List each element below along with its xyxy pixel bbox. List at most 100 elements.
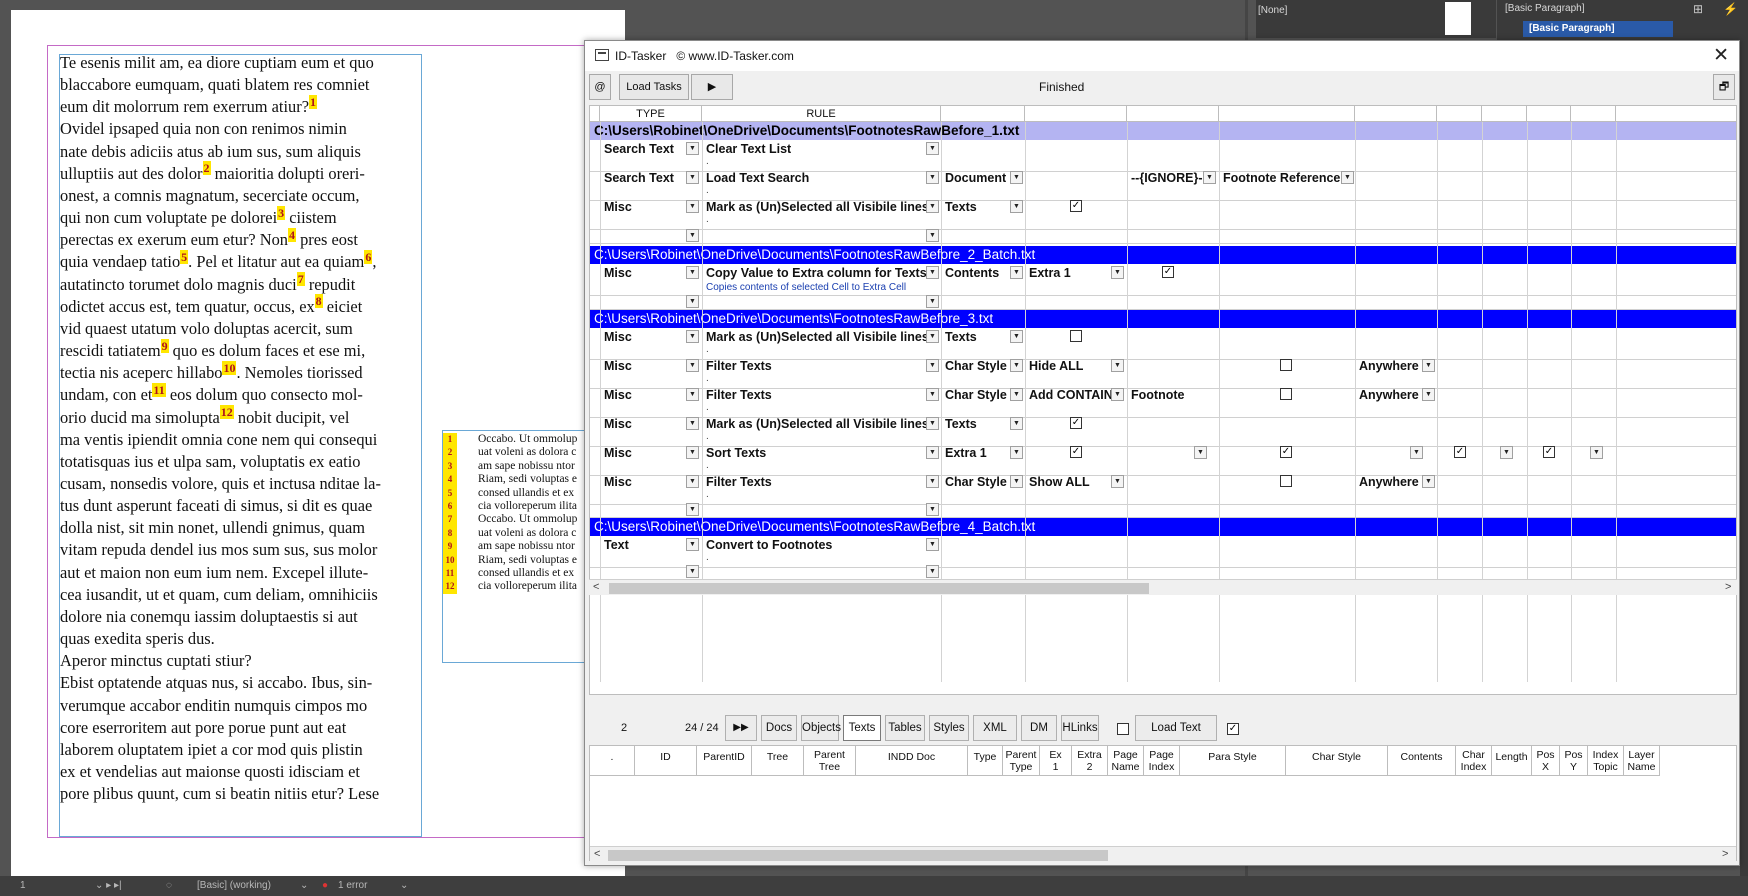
grid-horizontal-scrollbar[interactable]: < > xyxy=(589,579,1737,595)
task-row[interactable]: Search Text ▼ Load Text Search ▼ Document ▼ --… xyxy=(590,169,1736,201)
empty-task-row[interactable]: ▼ ▼ xyxy=(590,564,1736,580)
footnote-reference[interactable]: 1 xyxy=(308,94,317,109)
task-checkbox[interactable]: ✓ xyxy=(1280,446,1292,458)
task-checkbox[interactable]: ✓ xyxy=(1543,446,1555,458)
type-dropdown-icon[interactable]: ▼ xyxy=(686,266,699,279)
type-dropdown-icon[interactable]: ▼ xyxy=(686,295,699,308)
col-3-header[interactable] xyxy=(941,106,1025,122)
file-header-row[interactable]: C:\Users\Robinet\OneDrive\Documents\Foot… xyxy=(590,310,1736,328)
table-column-header[interactable]: Extra 2 xyxy=(1072,746,1108,776)
param-1-dropdown-icon[interactable]: ▼ xyxy=(1010,200,1023,213)
tab-docs[interactable]: Docs xyxy=(761,715,797,741)
tab-texts[interactable]: Texts xyxy=(843,715,881,741)
load-text-left-checkbox[interactable] xyxy=(1117,723,1129,735)
rule-dropdown-icon[interactable]: ▼ xyxy=(926,417,939,430)
param-1-dropdown-icon[interactable]: ▼ xyxy=(1010,359,1023,372)
load-text-right-checkbox[interactable]: ✓ xyxy=(1227,723,1239,735)
rule-dropdown-icon[interactable]: ▼ xyxy=(926,503,939,516)
type-dropdown-icon[interactable]: ▼ xyxy=(686,330,699,343)
param-dropdown-icon[interactable]: ▼ xyxy=(1500,446,1513,459)
param-1-dropdown-icon[interactable]: ▼ xyxy=(1010,417,1023,430)
type-dropdown-icon[interactable]: ▼ xyxy=(686,359,699,372)
restore-icon[interactable]: 🗗 xyxy=(1713,74,1735,100)
lightning-icon[interactable]: ⚡ xyxy=(1723,2,1738,16)
table-horizontal-scrollbar[interactable]: < > xyxy=(590,846,1736,862)
rule-dropdown-icon[interactable]: ▼ xyxy=(926,475,939,488)
col-11-header[interactable] xyxy=(1571,106,1616,122)
col-10-header[interactable] xyxy=(1527,106,1571,122)
swatch-none-label[interactable]: [None] xyxy=(1258,5,1287,16)
file-header-row[interactable]: C:\Users\Robinet\OneDrive\Documents\Foot… xyxy=(590,246,1736,264)
param-dropdown-icon[interactable]: ▼ xyxy=(1410,446,1423,459)
table-column-header[interactable]: Tree xyxy=(752,746,804,776)
param-dropdown-icon[interactable]: ▼ xyxy=(1194,446,1207,459)
table-column-header[interactable]: Para Style xyxy=(1180,746,1286,776)
footnote-reference[interactable]: 5 xyxy=(180,249,189,264)
param-1-dropdown-icon[interactable]: ▼ xyxy=(1010,266,1023,279)
run-icon[interactable]: ▶ xyxy=(691,74,733,100)
task-checkbox[interactable] xyxy=(1280,359,1292,371)
type-dropdown-icon[interactable]: ▼ xyxy=(686,446,699,459)
tab-styles[interactable]: Styles xyxy=(929,715,969,741)
footnote-reference[interactable]: 10 xyxy=(222,360,237,375)
col-rule-header[interactable]: RULE xyxy=(702,106,941,122)
param-2-dropdown-icon[interactable]: ▼ xyxy=(1111,266,1124,279)
type-dropdown-icon[interactable]: ▼ xyxy=(686,475,699,488)
rule-dropdown-icon[interactable]: ▼ xyxy=(926,142,939,155)
table-column-header[interactable]: Layer Name xyxy=(1624,746,1660,776)
task-row[interactable]: Misc ▼ Mark as (Un)Selected all Visibile l… xyxy=(590,198,1736,230)
table-column-header[interactable]: Index Topic xyxy=(1588,746,1624,776)
tab-hlinks[interactable]: HLinks xyxy=(1061,715,1099,741)
param-1-dropdown-icon[interactable]: ▼ xyxy=(1010,388,1023,401)
table-column-header[interactable]: Type xyxy=(968,746,1003,776)
type-dropdown-icon[interactable]: ▼ xyxy=(686,171,699,184)
load-tasks-button[interactable]: Load Tasks xyxy=(619,74,689,100)
task-row[interactable]: Misc ▼ Filter Texts ▼ Char Style ▼ Add CONTAIN… xyxy=(590,386,1736,418)
col-8-header[interactable] xyxy=(1437,106,1482,122)
task-row[interactable]: Misc ▼ Mark as (Un)Selected all Visibile l… xyxy=(590,328,1736,360)
table-column-header[interactable]: Char Index xyxy=(1456,746,1492,776)
rule-dropdown-icon[interactable]: ▼ xyxy=(926,330,939,343)
footnote-reference[interactable]: 11 xyxy=(152,382,166,397)
param-3-dropdown-icon[interactable]: ▼ xyxy=(1203,171,1216,184)
empty-task-row[interactable]: ▼ ▼ xyxy=(590,294,1736,310)
footnote-reference[interactable]: 12 xyxy=(219,405,234,420)
new-style-icon[interactable]: ⊞ xyxy=(1693,2,1703,16)
empty-task-row[interactable]: ▼ ▼ xyxy=(590,502,1736,518)
type-dropdown-icon[interactable]: ▼ xyxy=(686,538,699,551)
rule-dropdown-icon[interactable]: ▼ xyxy=(926,446,939,459)
task-checkbox[interactable] xyxy=(1070,330,1082,342)
table-scroll-thumb[interactable] xyxy=(608,850,1108,861)
scroll-right-icon[interactable]: > xyxy=(1725,581,1731,593)
param-dropdown-icon[interactable]: ▼ xyxy=(1590,446,1603,459)
table-column-header[interactable]: . xyxy=(590,746,635,776)
table-column-header[interactable]: Parent Tree xyxy=(804,746,856,776)
col-4-header[interactable] xyxy=(1025,106,1127,122)
task-checkbox[interactable] xyxy=(1280,388,1292,400)
footnote-reference[interactable]: 8 xyxy=(314,294,323,309)
type-dropdown-icon[interactable]: ▼ xyxy=(686,200,699,213)
error-chevron-icon[interactable]: ⌄ xyxy=(400,880,408,891)
error-count[interactable]: 1 error xyxy=(338,880,367,891)
table-column-header[interactable]: Length xyxy=(1492,746,1532,776)
table-column-header[interactable]: Pos X xyxy=(1532,746,1560,776)
col-type-header[interactable]: TYPE xyxy=(600,106,702,122)
footnote-reference[interactable]: 9 xyxy=(160,338,169,353)
table-column-header[interactable]: Ex 1 xyxy=(1040,746,1072,776)
task-checkbox[interactable]: ✓ xyxy=(1070,417,1082,429)
tab-tables[interactable]: Tables xyxy=(885,715,925,741)
table-scroll-left-icon[interactable]: < xyxy=(594,848,600,860)
tab-dm[interactable]: DM xyxy=(1021,715,1057,741)
rule-dropdown-icon[interactable]: ▼ xyxy=(926,229,939,242)
task-checkbox[interactable] xyxy=(1280,475,1292,487)
task-row[interactable]: Misc ▼ Copy Value to Extra column for Text… xyxy=(590,264,1736,296)
table-column-header[interactable]: Page Index xyxy=(1144,746,1180,776)
task-row[interactable]: Search Text ▼ Clear Text List ▼. xyxy=(590,140,1736,172)
empty-task-row[interactable]: ▼ ▼ xyxy=(590,228,1736,244)
col-6-header[interactable] xyxy=(1219,106,1355,122)
footnote-reference[interactable]: 7 xyxy=(296,272,305,287)
profile-chevron-icon[interactable]: ⌄ xyxy=(300,880,308,891)
rule-dropdown-icon[interactable]: ▼ xyxy=(926,295,939,308)
col-7-header[interactable] xyxy=(1355,106,1437,122)
type-dropdown-icon[interactable]: ▼ xyxy=(686,388,699,401)
